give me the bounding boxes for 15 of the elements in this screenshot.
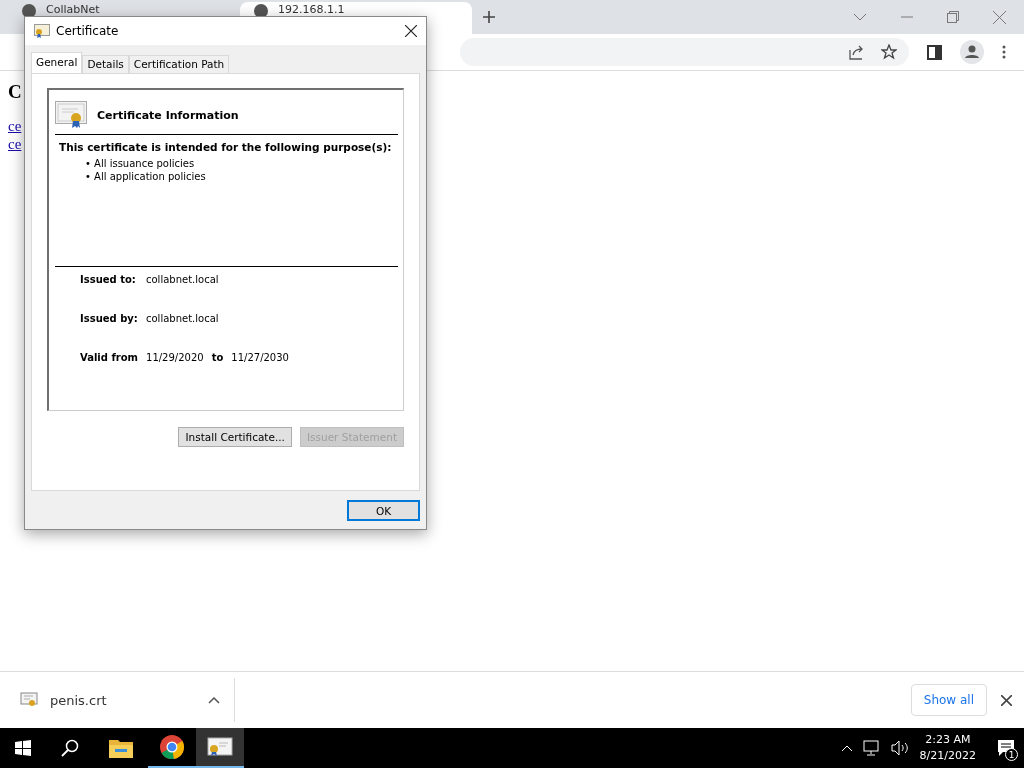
field-label: to — [211, 352, 224, 363]
field-value: collabnet.local — [146, 274, 219, 285]
info-title: Certificate Information — [97, 108, 239, 122]
page-heading: C — [8, 81, 23, 103]
field-value: collabnet.local — [146, 313, 219, 324]
dialog-title: Certificate — [56, 24, 119, 38]
field-label: Valid from — [80, 352, 138, 363]
field-value: 11/29/2020 — [146, 352, 204, 363]
purpose-item: • All issuance policies — [85, 157, 196, 170]
field-label: Issued to: — [80, 274, 137, 285]
purpose-heading: This certificate is intended for the following purpose(s): — [59, 141, 393, 153]
field-label: Issued by: — [80, 313, 138, 324]
field-value: 11/27/2030 — [231, 352, 289, 363]
notification-count: 1 — [1005, 748, 1018, 761]
purpose-item: • All application policies — [85, 170, 207, 183]
